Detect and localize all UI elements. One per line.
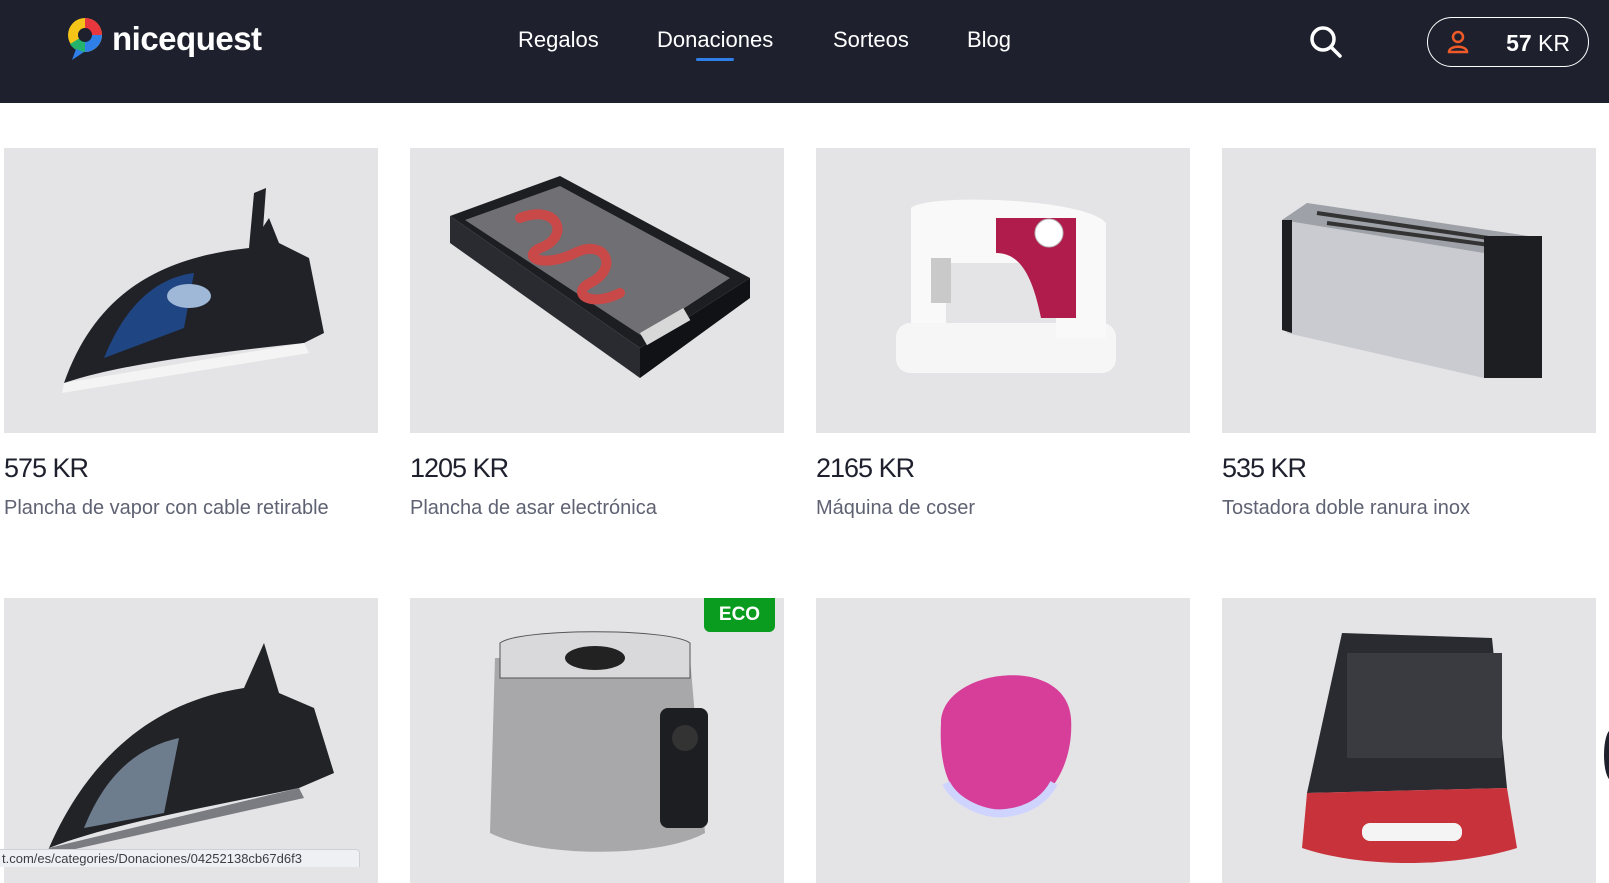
link-status-bar: t.com/es/categories/Donaciones/04252138c…	[0, 849, 360, 867]
product-title: Máquina de coser	[816, 497, 975, 519]
balance-text: 57 KR	[1506, 30, 1570, 57]
product-card[interactable]: 2165 KR Máquina de coser	[816, 148, 1190, 519]
balance-value: 57	[1506, 30, 1532, 56]
product-card[interactable]	[1222, 598, 1596, 883]
product-card[interactable]: 575 KR Plancha de vapor con cable retira…	[4, 148, 378, 519]
top-nav-bar: nicequest Regalos Donaciones Sorteos Blo…	[0, 0, 1609, 103]
product-title: Tostadora doble ranura inox	[1222, 497, 1470, 519]
user-icon	[1447, 30, 1469, 54]
search-icon[interactable]	[1308, 24, 1344, 60]
eco-badge: ECO	[704, 598, 775, 632]
product-image-steam-iron-black	[4, 598, 378, 883]
product-price: 2165 KR	[816, 453, 915, 483]
product-title: Plancha de asar electrónica	[410, 497, 657, 519]
nicequest-logo[interactable]: nicequest	[66, 16, 262, 62]
scroll-right-button[interactable]	[1604, 730, 1609, 780]
product-image-sewing-machine	[816, 148, 1190, 433]
product-price: 575 KR	[4, 453, 89, 483]
product-image-waffle-maker	[1222, 598, 1596, 883]
account-balance-button[interactable]: 57 KR	[1427, 17, 1589, 67]
nav-sorteos[interactable]: Sorteos	[833, 27, 909, 53]
nav-donaciones[interactable]: Donaciones	[657, 27, 773, 53]
product-image-electric-griddle	[410, 148, 784, 433]
product-price: 535 KR	[1222, 453, 1307, 483]
balance-unit: KR	[1538, 30, 1570, 56]
nicequest-logo-icon	[68, 18, 102, 60]
nav-blog[interactable]: Blog	[967, 27, 1011, 53]
active-nav-indicator	[696, 58, 734, 61]
product-card[interactable]	[816, 598, 1190, 883]
nav-regalos[interactable]: Regalos	[518, 27, 599, 53]
product-card[interactable]	[4, 598, 378, 883]
product-image-deep-fryer: ECO	[410, 598, 784, 883]
product-image-steam-iron	[4, 148, 378, 433]
product-image-facial-brush	[816, 598, 1190, 883]
product-title: Plancha de vapor con cable retirable	[4, 497, 329, 519]
brand-name: nicequest	[112, 20, 262, 57]
product-image-toaster	[1222, 148, 1596, 433]
product-card[interactable]: 535 KR Tostadora doble ranura inox	[1222, 148, 1596, 519]
product-price: 1205 KR	[410, 453, 509, 483]
product-card[interactable]: ECO	[410, 598, 784, 883]
product-card[interactable]: 1205 KR Plancha de asar electrónica	[410, 148, 784, 519]
